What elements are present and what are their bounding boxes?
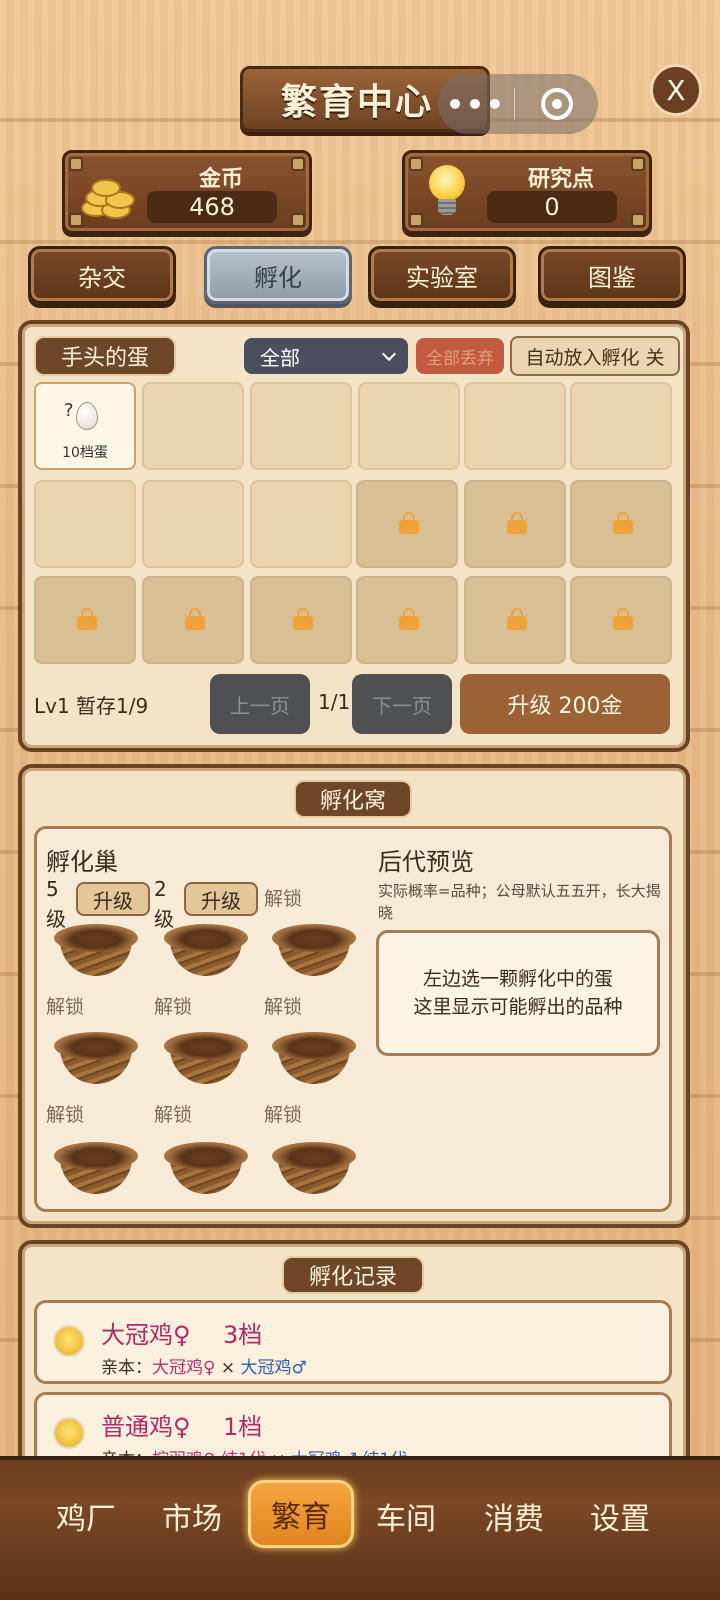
lock-icon [77,608,97,630]
lock-icon [613,608,633,630]
nest-icon[interactable] [52,1030,140,1086]
nav-breeding[interactable]: 繁育 [248,1480,354,1548]
nest-icon[interactable] [270,922,358,978]
chevron-down-icon [381,346,397,362]
record-grade: 3档 [223,1321,263,1349]
father: 大冠鸡♂ [240,1358,307,1378]
prev-page-button[interactable]: 上一页 [210,674,310,734]
nest-icon[interactable] [52,922,140,978]
discard-all-button[interactable]: 全部丢弃 [416,338,504,374]
research-label: 研究点 [527,167,594,192]
tab-encyclopedia[interactable]: 图鉴 [538,246,686,304]
locked-slot[interactable] [570,480,672,568]
nest-unlock-label[interactable]: 解锁 [46,992,84,1019]
chick-icon [53,1417,85,1449]
lock-icon [613,512,633,534]
storage-level: Lv1 暂存1/9 [34,694,149,718]
egg-slot[interactable] [250,480,352,568]
mother: 大冠鸡♀ [152,1358,216,1378]
gold-coins-icon [77,171,139,221]
research-panel: 研究点 0 [402,150,652,234]
offspring-preview-box: 左边选一颗孵化中的蛋 这里显示可能孵出的品种 [376,930,660,1056]
record-parents: 亲本：大冠鸡♀ × 大冠鸡♂ [101,1358,307,1378]
research-value: 0 [487,191,617,223]
nest-unlock-label[interactable]: 解锁 [46,1100,84,1127]
eggs-panel-title: 手头的蛋 [34,336,176,376]
nav-factory[interactable]: 鸡厂 [36,1484,136,1548]
record-breed: 大冠鸡♀ [101,1321,191,1349]
upgrade-storage-button[interactable]: 升级 200金 [460,674,670,734]
mini-program-capsule[interactable]: ••• [438,74,598,134]
egg-slot[interactable] [142,480,244,568]
locked-slot[interactable] [142,576,244,664]
egg-slot[interactable] [358,382,460,470]
nest-unlock-label[interactable]: 解锁 [264,992,302,1019]
lock-icon [399,608,419,630]
gold-value: 468 [147,191,277,223]
tab-hatch[interactable]: 孵化 [204,246,352,304]
egg-slot[interactable] [250,382,352,470]
page-indicator: 1/1 [318,690,351,714]
nest-unlock-label[interactable]: 解锁 [264,1100,302,1127]
unknown-mark: ? [64,400,74,421]
egg-slot[interactable] [570,382,672,470]
nest-unlock-label[interactable]: 解锁 [264,884,302,911]
lock-icon [293,608,313,630]
locked-slot[interactable] [356,576,458,664]
preview-title: 后代预览 [378,848,474,876]
egg-icon [76,402,98,430]
nest-icon[interactable] [162,1140,250,1196]
records-title: 孵化记录 [282,1256,424,1294]
preview-hint-line: 左边选一颗孵化中的蛋 [422,968,613,990]
more-icon[interactable]: ••• [438,88,514,121]
egg-slot[interactable] [464,382,566,470]
capsule-divider [514,88,515,120]
egg-slot[interactable] [142,382,244,470]
egg-slot[interactable] [34,480,136,568]
tab-crossbreed[interactable]: 杂交 [28,246,176,304]
lock-icon [185,608,205,630]
egg-slot[interactable]: ? 10档蛋 [34,382,136,470]
nest-icon[interactable] [52,1140,140,1196]
nav-consumption[interactable]: 消费 [464,1484,564,1548]
lock-icon [507,512,527,534]
locked-slot[interactable] [464,576,566,664]
record-item[interactable]: 大冠鸡♀ 3档 亲本：大冠鸡♀ × 大冠鸡♂ [34,1300,672,1384]
next-page-button[interactable]: 下一页 [352,674,452,734]
record-grade: 1档 [223,1413,263,1441]
nest-icon[interactable] [270,1140,358,1196]
nest-upgrade-button[interactable]: 升级 [184,882,258,916]
close-button[interactable]: X [650,64,702,116]
nest-icon[interactable] [270,1030,358,1086]
nest-unlock-label[interactable]: 解锁 [154,1100,192,1127]
gold-panel: 金币 468 [62,150,312,234]
nest-unlock-label[interactable]: 解锁 [154,992,192,1019]
nav-settings[interactable]: 设置 [570,1484,670,1548]
locked-slot[interactable] [464,480,566,568]
chick-icon [53,1325,85,1357]
lightbulb-icon [427,165,467,223]
egg-label: 10档蛋 [62,445,108,461]
tab-lab[interactable]: 实验室 [368,246,516,304]
lock-icon [507,608,527,630]
nests-title: 孵化巢 [46,848,118,876]
nav-market[interactable]: 市场 [142,1484,242,1548]
locked-slot[interactable] [356,480,458,568]
nest-icon[interactable] [162,1030,250,1086]
nest-upgrade-button[interactable]: 升级 [76,882,150,916]
locked-slot[interactable] [570,576,672,664]
locked-slot[interactable] [34,576,136,664]
nav-workshop[interactable]: 车间 [356,1484,456,1548]
gold-label: 金币 [198,167,243,192]
record-breed: 普通鸡♀ [101,1413,191,1441]
preview-hint-line: 这里显示可能孵出的品种 [413,996,623,1018]
auto-place-toggle[interactable]: 自动放入孵化 关 [510,336,680,376]
exit-target-icon[interactable] [541,88,573,120]
locked-slot[interactable] [250,576,352,664]
nest-icon[interactable] [162,922,250,978]
preview-note: 实际概率=品种；公母默认五五开，长大揭晓 [378,882,661,922]
egg-filter-select[interactable]: 全部 [244,338,408,374]
lock-icon [399,512,419,534]
incubator-title: 孵化窝 [294,780,412,818]
